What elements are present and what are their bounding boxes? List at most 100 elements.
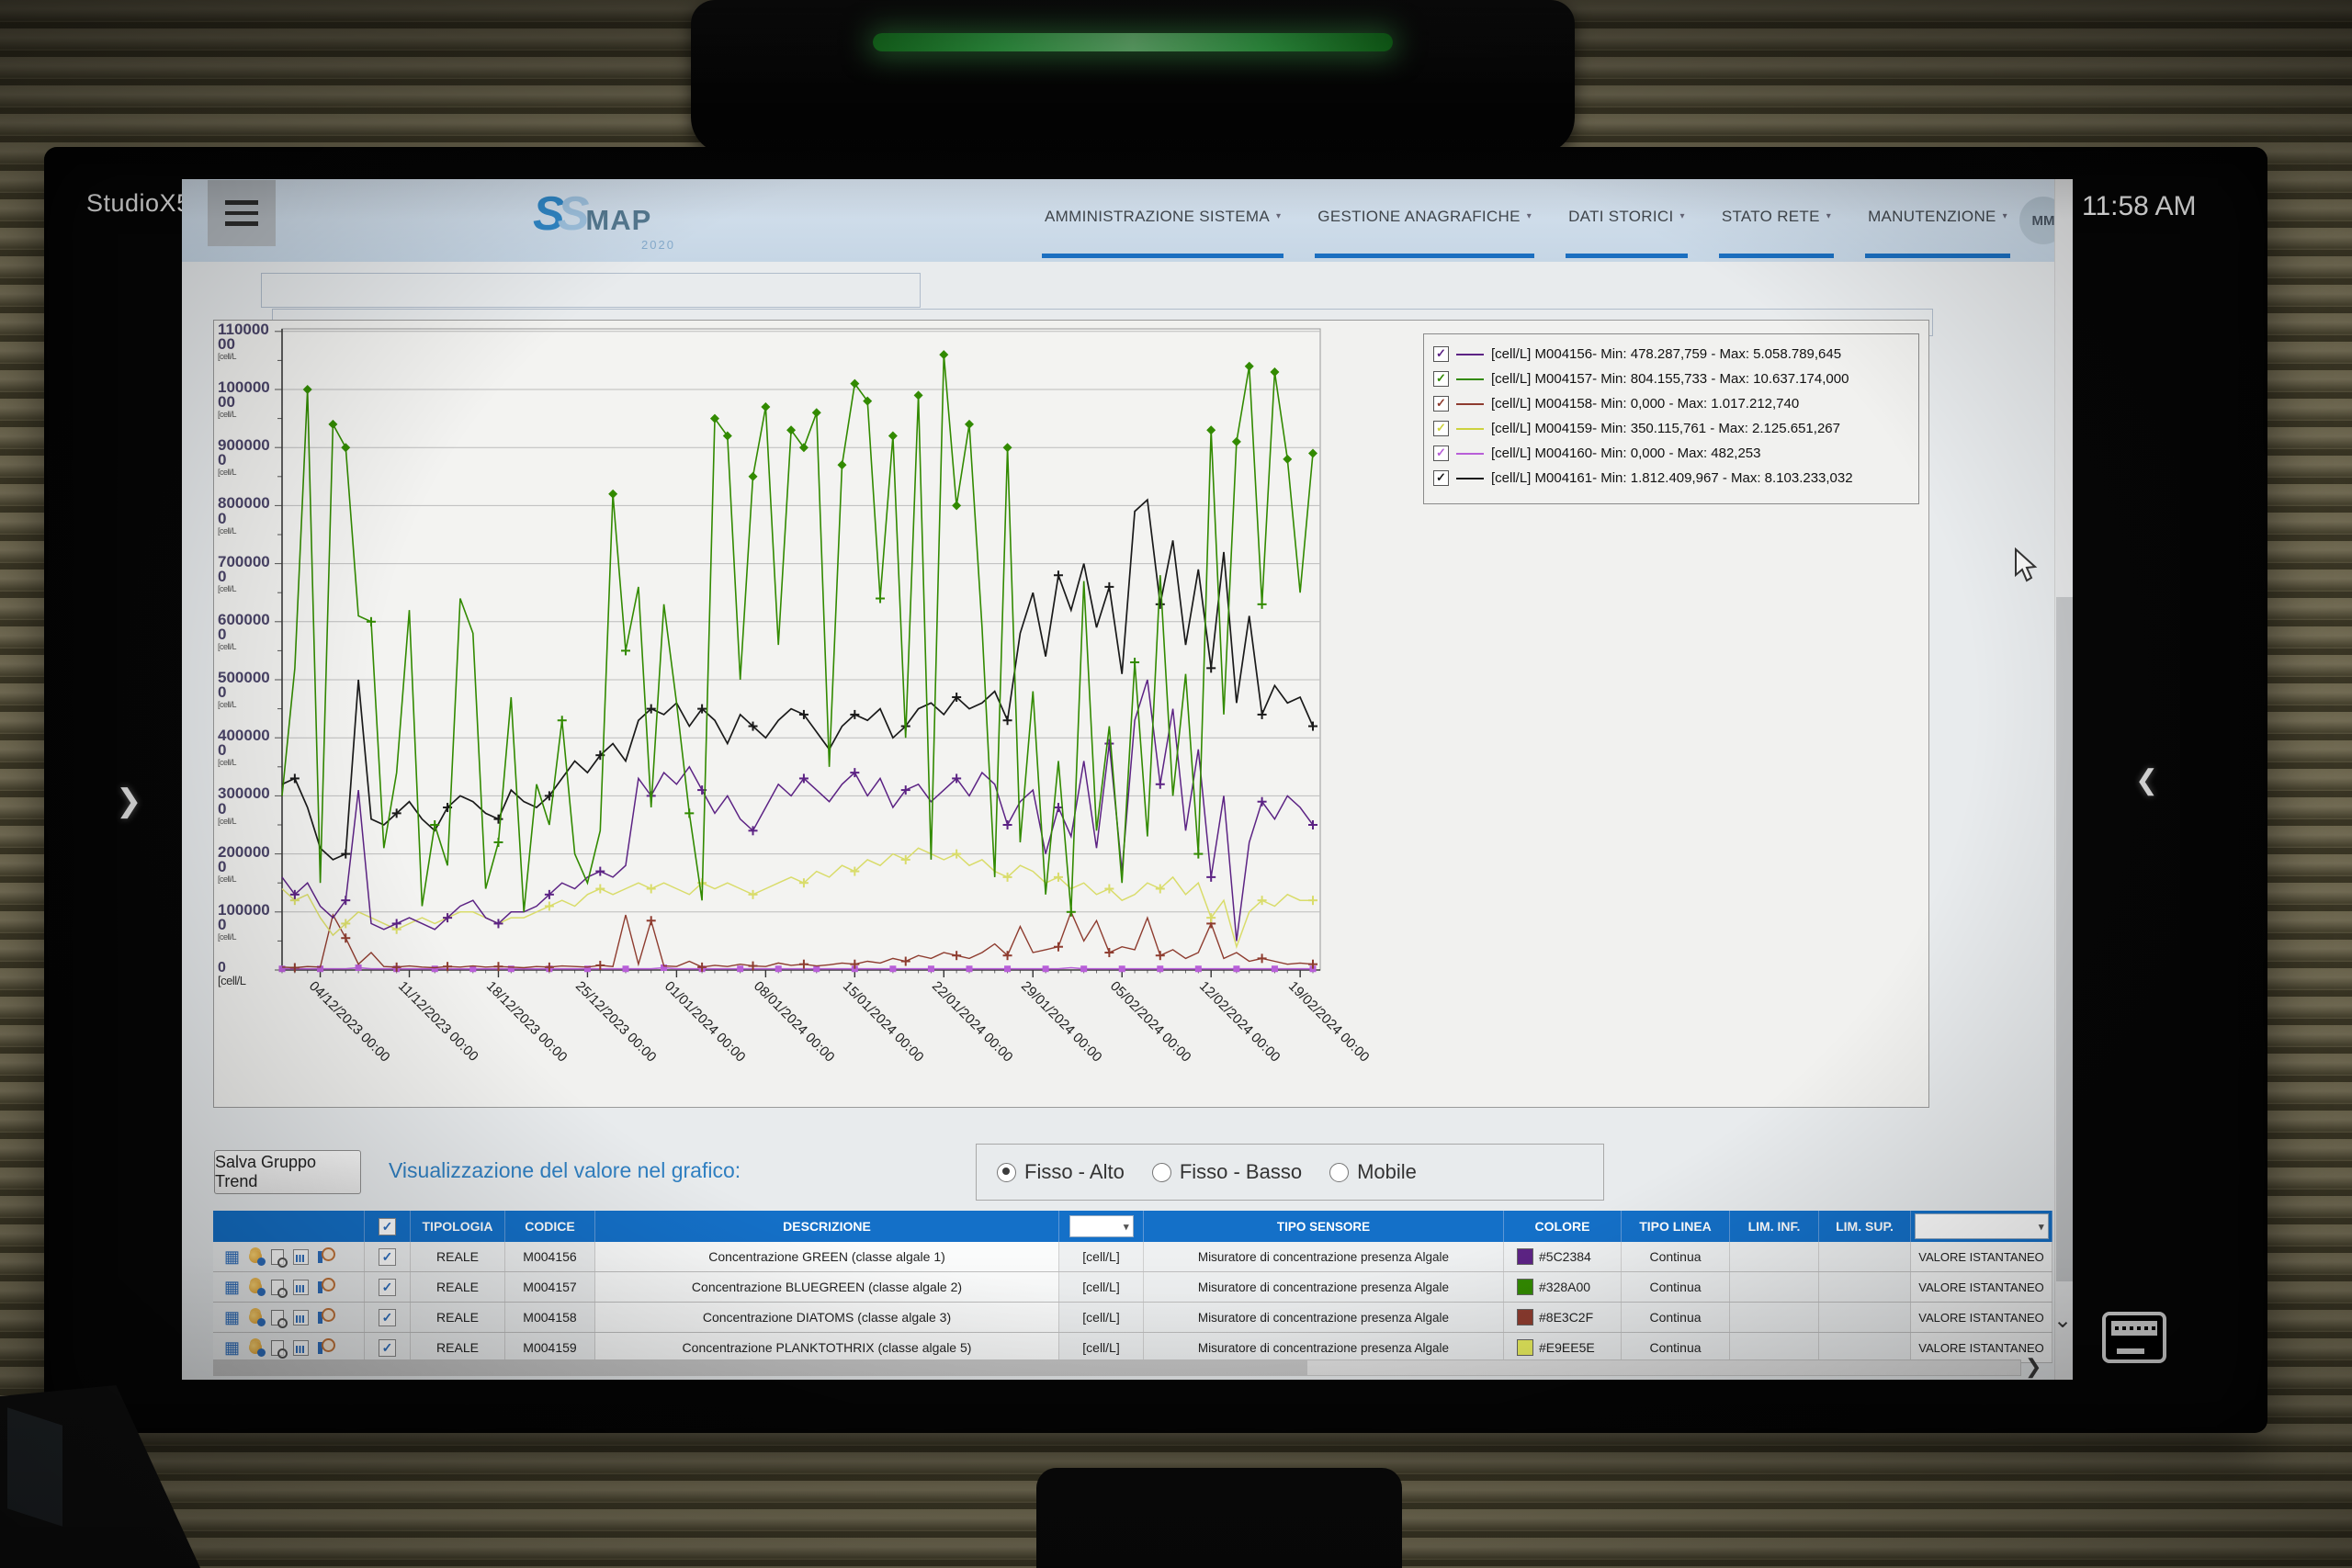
- grid-settings-icon[interactable]: ▦: [224, 1340, 240, 1355]
- mouse-cursor: [2012, 547, 2043, 584]
- row-actions: ▦: [213, 1242, 365, 1271]
- vscrollbar-thumb[interactable]: [2056, 597, 2073, 1281]
- row-checkbox[interactable]: ✓: [379, 1339, 396, 1357]
- trend-chart-panel: 11000000[cell/L10000000[cell/L9000000[ce…: [213, 320, 1929, 1108]
- col-tipologia: TIPOLOGIA: [411, 1211, 505, 1242]
- legend-item: ✓[cell/L] M004157- Min: 804.155,733 - Ma…: [1433, 367, 1918, 391]
- col-tipo-sensore: TIPO SENSORE: [1144, 1211, 1504, 1242]
- row-actions: ▦: [213, 1333, 365, 1362]
- table-horizontal-scrollbar[interactable]: [213, 1359, 2021, 1376]
- col-descrizione: DESCRIZIONE: [595, 1211, 1059, 1242]
- cell-lim-sup: [1819, 1272, 1911, 1302]
- document-search-icon[interactable]: [271, 1340, 284, 1356]
- y-tick-label: 1000000[cell/L: [218, 903, 271, 942]
- laptop-screen-glow: [7, 1407, 62, 1526]
- nav-item-manutenzione[interactable]: MANUTENZIONE▾: [1865, 179, 2010, 258]
- col-actions: [213, 1211, 365, 1242]
- color-swatch: [1517, 1248, 1533, 1265]
- valore-filter-select[interactable]: ▾: [1915, 1213, 2049, 1239]
- legend-line-sample: [1456, 478, 1484, 479]
- data-coins-icon[interactable]: [249, 1250, 262, 1263]
- history-clock-icon[interactable]: [318, 1312, 322, 1324]
- radio-dot: [1152, 1163, 1171, 1182]
- table-row-M004158[interactable]: ▦✓REALEM004158Concentrazione DIATOMS (cl…: [213, 1303, 2052, 1333]
- chart-report-icon[interactable]: [293, 1340, 309, 1356]
- sismap-app-page: SSMAP 2020 AMMINISTRAZIONE SISTEMA▾ GESTI…: [182, 179, 2073, 1380]
- trend-chart-plot[interactable]: [275, 327, 1322, 981]
- x-tick-label: 29/01/2024 00:00: [1018, 978, 1105, 1066]
- radio-fisso-alto[interactable]: Fisso - Alto: [997, 1160, 1125, 1184]
- chart-report-icon[interactable]: [293, 1249, 309, 1265]
- legend-item: ✓[cell/L] M004159- Min: 350.115,761 - Ma…: [1433, 416, 1918, 441]
- edge-arrow-right-icon[interactable]: ❯: [116, 783, 142, 819]
- select-all-checkbox[interactable]: ✓: [379, 1218, 396, 1235]
- x-tick-label: 22/01/2024 00:00: [929, 978, 1016, 1066]
- history-clock-icon[interactable]: [318, 1251, 322, 1263]
- nav-item-gestione-anagrafiche[interactable]: GESTIONE ANAGRAFICHE▾: [1315, 179, 1534, 258]
- history-clock-icon[interactable]: [318, 1281, 322, 1293]
- grid-settings-icon[interactable]: ▦: [224, 1280, 240, 1294]
- data-coins-icon[interactable]: [249, 1341, 262, 1354]
- viz-mode-radio-group: Fisso - Alto Fisso - Basso Mobile: [976, 1144, 1604, 1201]
- x-tick-label: 01/01/2024 00:00: [662, 978, 749, 1066]
- legend-checkbox[interactable]: ✓: [1433, 421, 1449, 436]
- legend-checkbox[interactable]: ✓: [1433, 346, 1449, 362]
- x-tick-label: 11/12/2023 00:00: [394, 978, 481, 1065]
- nav-item-stato-rete[interactable]: STATO RETE▾: [1719, 179, 1834, 258]
- sismap-logo: SSMAP 2020: [533, 186, 651, 254]
- y-tick-label: 5000000[cell/L: [218, 671, 271, 709]
- page-scroll-down-arrow[interactable]: ⌄: [2053, 1307, 2072, 1334]
- save-trend-group-button[interactable]: Salva Gruppo Trend: [214, 1150, 361, 1194]
- legend-item: ✓[cell/L] M004156- Min: 478.287,759 - Ma…: [1433, 342, 1918, 367]
- cell-descrizione: Concentrazione GREEN (classe algale 1): [595, 1242, 1059, 1271]
- nav-item-dati-storici[interactable]: DATI STORICI▾: [1566, 179, 1688, 258]
- document-search-icon[interactable]: [271, 1249, 284, 1265]
- nav-item-amministrazione-sistema[interactable]: AMMINISTRAZIONE SISTEMA▾: [1042, 179, 1283, 258]
- legend-checkbox[interactable]: ✓: [1433, 446, 1449, 461]
- page-vertical-scrollbar[interactable]: [2054, 179, 2073, 1380]
- cell-codice: M004157: [505, 1272, 595, 1302]
- radio-fisso-basso[interactable]: Fisso - Basso: [1152, 1160, 1302, 1184]
- unit-filter-select[interactable]: ▾: [1069, 1215, 1134, 1237]
- data-coins-icon[interactable]: [249, 1311, 262, 1324]
- col-lim-sup: LIM. SUP.: [1819, 1211, 1911, 1242]
- onscreen-keyboard-icon[interactable]: [2102, 1312, 2166, 1363]
- row-checkbox[interactable]: ✓: [379, 1248, 396, 1266]
- legend-checkbox[interactable]: ✓: [1433, 470, 1449, 486]
- table-row-M004156[interactable]: ▦✓REALEM004156Concentrazione GREEN (clas…: [213, 1242, 2052, 1272]
- y-tick-label: 2000000[cell/L: [218, 845, 271, 884]
- document-search-icon[interactable]: [271, 1310, 284, 1325]
- grid-settings-icon[interactable]: ▦: [224, 1310, 240, 1325]
- col-valore: ▾: [1911, 1211, 2052, 1242]
- table-scroll-right-arrow[interactable]: ❯: [2025, 1355, 2041, 1379]
- history-clock-icon[interactable]: [318, 1342, 322, 1354]
- x-tick-label: 15/01/2024 00:00: [840, 978, 927, 1066]
- edge-arrow-left-icon[interactable]: ❮: [2135, 764, 2158, 796]
- x-tick-label: 08/01/2024 00:00: [751, 978, 838, 1066]
- data-coins-icon[interactable]: [249, 1280, 262, 1293]
- y-tick-label: 10000000[cell/L: [218, 380, 271, 419]
- cell-valore: VALORE ISTANTANEO: [1911, 1303, 2052, 1332]
- table-row-M004157[interactable]: ▦✓REALEM004157Concentrazione BLUEGREEN (…: [213, 1272, 2052, 1303]
- cell-linea: Continua: [1622, 1333, 1730, 1362]
- cell-colore: #8E3C2F: [1504, 1303, 1622, 1332]
- chart-report-icon[interactable]: [293, 1280, 309, 1295]
- cell-unit: [cell/L]: [1059, 1333, 1144, 1362]
- legend-checkbox[interactable]: ✓: [1433, 396, 1449, 412]
- row-checkbox[interactable]: ✓: [379, 1279, 396, 1296]
- cell-colore: #5C2384: [1504, 1242, 1622, 1271]
- cell-codice: M004156: [505, 1242, 595, 1271]
- grid-settings-icon[interactable]: ▦: [224, 1249, 240, 1264]
- legend-checkbox[interactable]: ✓: [1433, 371, 1449, 387]
- document-search-icon[interactable]: [271, 1280, 284, 1295]
- cell-lim-sup: [1819, 1303, 1911, 1332]
- cell-colore: #E9EE5E: [1504, 1333, 1622, 1362]
- color-swatch: [1517, 1309, 1533, 1325]
- row-checkbox[interactable]: ✓: [379, 1309, 396, 1326]
- chart-report-icon[interactable]: [293, 1310, 309, 1325]
- hamburger-menu-button[interactable]: [208, 180, 276, 246]
- legend-label: [cell/L] M004161- Min: 1.812.409,967 - M…: [1491, 470, 1853, 486]
- radio-mobile[interactable]: Mobile: [1329, 1160, 1417, 1184]
- hscrollbar-thumb[interactable]: [214, 1360, 1307, 1375]
- y-tick-label: 4000000[cell/L: [218, 728, 271, 767]
